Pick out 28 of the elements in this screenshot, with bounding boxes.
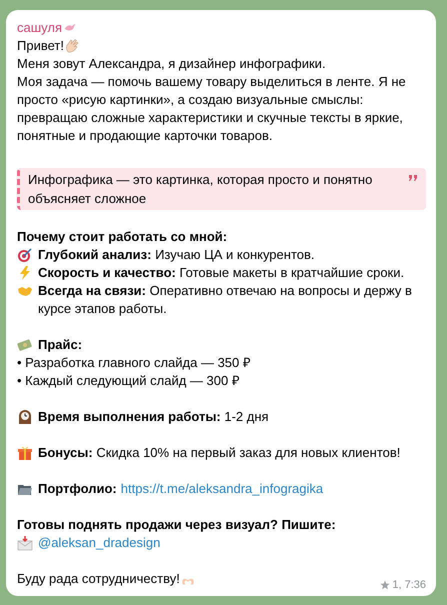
lightning-icon	[17, 265, 33, 281]
clock-icon	[17, 409, 33, 425]
greeting-text: Привет!	[17, 37, 64, 55]
waving-hand-icon	[64, 38, 80, 54]
info-text: Время выполнения работы: 1-2 дня	[38, 408, 269, 426]
advantage-text: Глубокий анализ: Изучаю ЦА и конкурентов.	[38, 246, 315, 264]
star-icon	[380, 580, 390, 590]
advantage-text: Скорость и качество: Готовые макеты в кратчайшие сроки.	[38, 264, 404, 282]
gift-icon	[17, 445, 33, 461]
price-heading: Прайс:	[38, 336, 82, 354]
intro-paragraph: Меня зовут Александра, я дизайнер инфографики.	[17, 55, 327, 73]
intro-paragraph: Моя задача — помочь вашему товару выделиться в ленте. Я не просто «рисую картинки», а создаю визуальные смыслы: превращаю сложные характеристики и скучные тексты в яркие, понятные и продающие карточки товаров.	[17, 73, 407, 145]
info-label: Портфолио:	[38, 480, 117, 498]
price-item: • Каждый следующий слайд — 300 ₽	[17, 372, 241, 390]
username-link[interactable]: @aleksan_dradesign	[38, 534, 160, 552]
envelope-icon	[17, 535, 33, 551]
advantage-text: Всегда на связи: Оперативно отвечаю на вопросы и держу в курсе этапов работы.	[38, 282, 413, 318]
target-icon	[17, 247, 33, 263]
contact-heading: Готовы поднять продажи через визуал? Пишите:	[17, 516, 337, 534]
quote-mark-icon	[408, 174, 418, 182]
price-item: • Разработка главного слайда — 350 ₽	[17, 354, 252, 372]
closing-text: Буду рада сотрудничеству!	[17, 570, 180, 588]
sender-name[interactable]: сашуля	[17, 19, 62, 37]
section-heading: Почему стоит работать со мной:	[17, 228, 228, 246]
quote-text: Инфографика — это картинка, которая просто и понятно объясняет сложное	[28, 171, 374, 208]
info-text: Бонусы: Скидка 10% на первый заказ для новых клиентов!	[38, 444, 400, 462]
portfolio-link[interactable]: https://t.me/aleksandra_infogragika	[120, 480, 324, 498]
message-time: 1, 7:36	[392, 578, 426, 592]
